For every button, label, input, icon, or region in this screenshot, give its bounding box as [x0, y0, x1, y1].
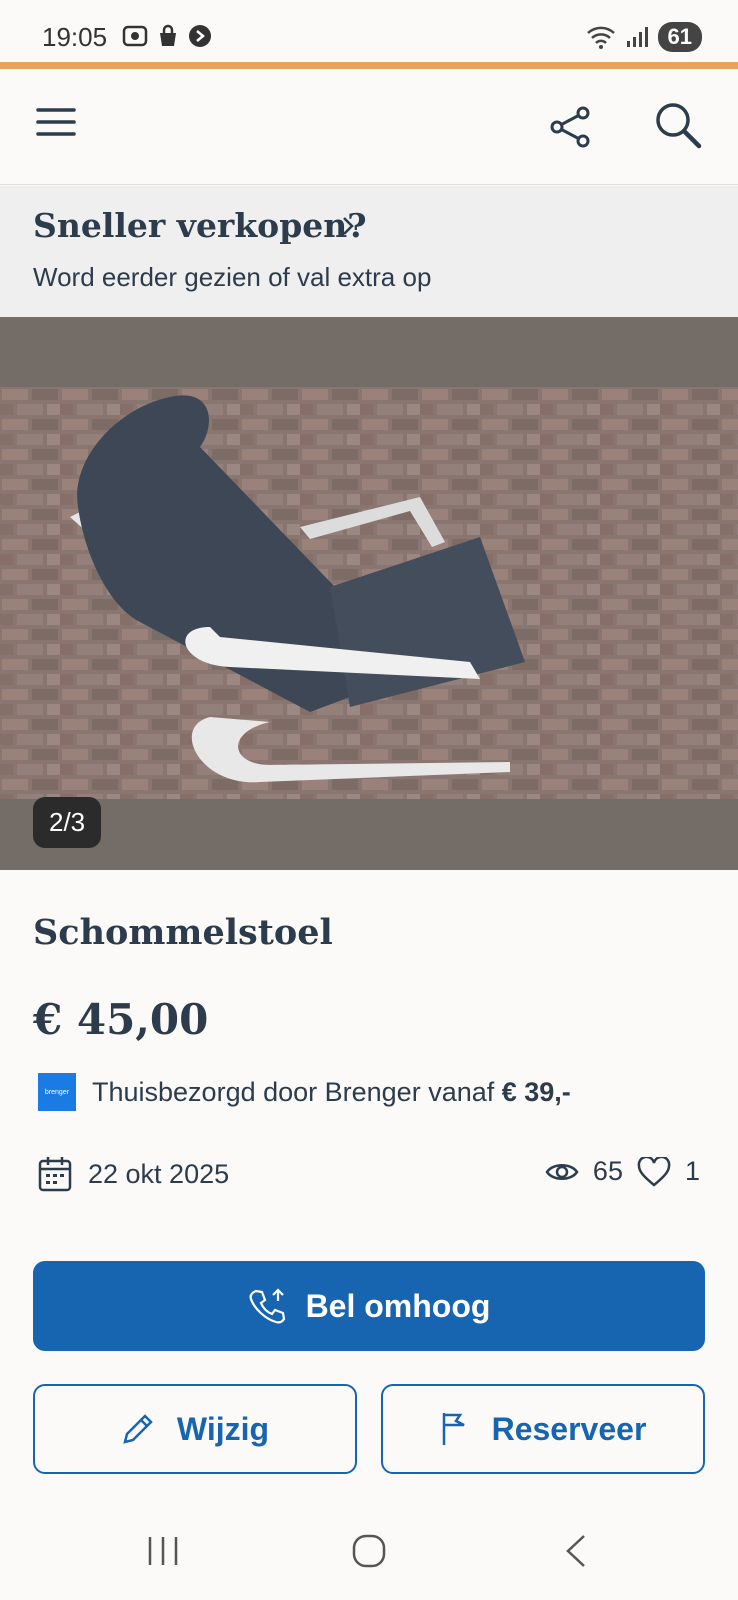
- eye-icon: [545, 1163, 579, 1180]
- share-icon[interactable]: [548, 105, 592, 149]
- bump-up-button[interactable]: Bel omhoog: [33, 1261, 705, 1351]
- reserve-label: Reserveer: [491, 1410, 647, 1447]
- listing-price: € 45,00: [33, 995, 209, 1044]
- delivery-label: Thuisbezorgd door Brenger vanaf: [92, 1076, 502, 1107]
- edit-button[interactable]: Wijzig: [33, 1384, 357, 1474]
- edit-label: Wijzig: [176, 1410, 270, 1447]
- system-nav-bar: [0, 1510, 738, 1600]
- listing-date: 22 okt 2025: [38, 1156, 229, 1192]
- promo-subtitle: Word eerder gezien of val extra op: [33, 262, 432, 292]
- battery-indicator: 61: [657, 22, 702, 52]
- delivery-info[interactable]: brenger Thuisbezorgd door Brenger vanaf …: [38, 1073, 571, 1111]
- delivery-price: € 39,-: [501, 1076, 571, 1107]
- listing-meta: 22 okt 2025 65 1: [38, 1156, 700, 1196]
- listing-photo[interactable]: [0, 317, 738, 870]
- bump-up-label: Bel omhoog: [305, 1287, 491, 1324]
- hamburger-menu-icon[interactable]: [36, 107, 76, 137]
- promo-banner[interactable]: Sneller verkopen? Word eerder gezien of …: [0, 186, 738, 317]
- back-icon[interactable]: [564, 1534, 588, 1568]
- home-icon[interactable]: [352, 1534, 386, 1568]
- chevron-right-icon: [343, 217, 354, 235]
- system-icons: 61: [586, 22, 702, 52]
- accent-line: [0, 62, 738, 69]
- brenger-logo: brenger: [38, 1073, 76, 1111]
- favorites-count: 1: [684, 1156, 700, 1186]
- heart-icon[interactable]: [637, 1156, 671, 1187]
- flag-icon: [442, 1413, 465, 1445]
- gallery-counter: 2/3: [33, 797, 102, 848]
- recent-apps-icon[interactable]: [146, 1534, 180, 1568]
- calendar-icon: [38, 1157, 72, 1192]
- rocking-chair-photo: [0, 387, 738, 799]
- listing-date-text: 22 okt 2025: [88, 1158, 230, 1189]
- signal-icon: [626, 27, 648, 47]
- pencil-icon: [123, 1414, 153, 1444]
- screenshot-icon: [122, 25, 148, 47]
- status-bar: 19:05 61: [0, 0, 738, 66]
- search-icon[interactable]: [654, 101, 702, 149]
- app-notification-icon: [189, 25, 211, 47]
- app-header: [0, 69, 738, 185]
- listing-title: Schommelstoel: [33, 912, 333, 953]
- phone-up-icon: [249, 1288, 285, 1324]
- status-time: 19:05: [42, 22, 108, 52]
- listing-stats: 65 1: [545, 1156, 700, 1187]
- promo-title: Sneller verkopen?: [33, 206, 367, 245]
- shopping-bag-icon: [160, 24, 176, 46]
- reserve-button[interactable]: Reserveer: [381, 1384, 705, 1474]
- views-count: 65: [592, 1156, 623, 1186]
- wifi-icon: [586, 26, 615, 49]
- delivery-text: Thuisbezorgd door Brenger vanaf € 39,-: [92, 1077, 571, 1108]
- notification-icons: [122, 24, 212, 48]
